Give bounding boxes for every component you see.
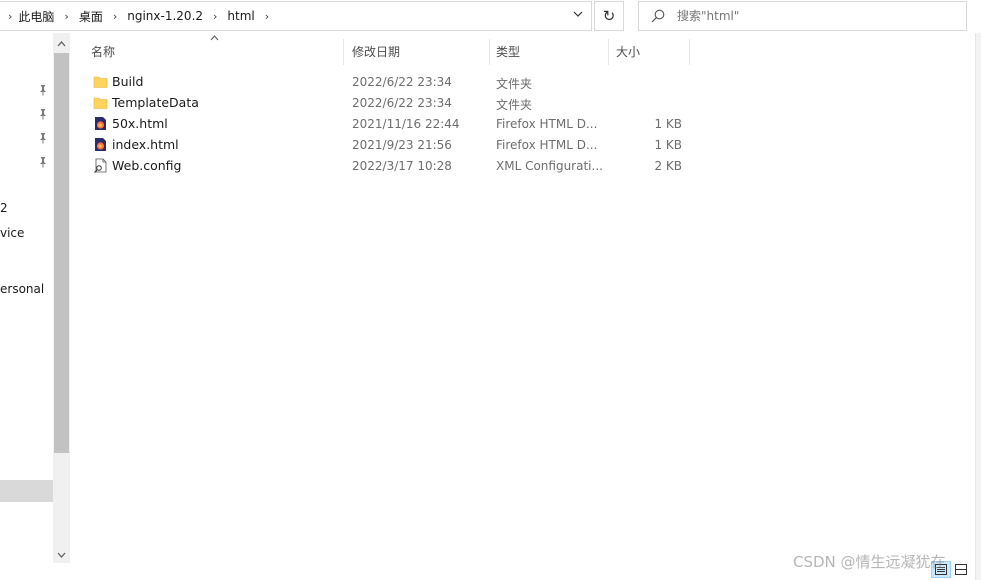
pin-icon[interactable] bbox=[37, 108, 49, 120]
nav-item-selected[interactable] bbox=[0, 480, 53, 502]
file-name[interactable]: TemplateData bbox=[112, 95, 199, 110]
column-header-size[interactable]: 大小 bbox=[610, 39, 690, 63]
column-divider[interactable] bbox=[343, 39, 344, 65]
file-type: 文件夹 bbox=[496, 77, 533, 91]
navigation-pane: 2 vice ersonal bbox=[0, 33, 70, 580]
breadcrumb-item-html[interactable]: html bbox=[227, 9, 254, 23]
file-modified: 2022/6/22 23:34 bbox=[352, 96, 452, 110]
file-modified: 2022/3/17 10:28 bbox=[352, 159, 452, 173]
file-row[interactable]: 50x.html 2021/11/16 22:44 Firefox HTML D… bbox=[88, 113, 688, 134]
breadcrumb-item-this-pc[interactable]: 此电脑 bbox=[18, 8, 54, 25]
file-modified: 2021/9/23 21:56 bbox=[352, 138, 452, 152]
nav-scrollbar[interactable] bbox=[53, 33, 70, 563]
pin-icon[interactable] bbox=[37, 156, 49, 168]
scrollbar-thumb[interactable] bbox=[54, 53, 69, 453]
folder-icon bbox=[93, 97, 108, 109]
column-header-modified[interactable]: 修改日期 bbox=[346, 39, 490, 63]
chevron-right-icon[interactable]: › bbox=[103, 10, 127, 23]
file-modified: 2022/6/22 23:34 bbox=[352, 75, 452, 89]
file-size: 1 KB bbox=[654, 117, 682, 131]
file-type: XML Configurati... bbox=[496, 159, 603, 173]
file-size: 2 KB bbox=[654, 159, 682, 173]
column-header-type[interactable]: 类型 bbox=[490, 39, 608, 63]
file-name[interactable]: index.html bbox=[112, 137, 179, 152]
file-name[interactable]: Build bbox=[112, 74, 143, 89]
refresh-button[interactable]: ↻ bbox=[594, 1, 624, 31]
column-divider[interactable] bbox=[689, 39, 690, 65]
search-input[interactable] bbox=[677, 9, 947, 23]
scroll-down-icon[interactable] bbox=[53, 547, 70, 563]
file-modified: 2021/11/16 22:44 bbox=[352, 117, 460, 131]
firefox-html-icon bbox=[95, 138, 106, 151]
chevron-right-icon[interactable]: › bbox=[54, 10, 78, 23]
column-divider[interactable] bbox=[608, 39, 609, 65]
file-size: 1 KB bbox=[654, 138, 682, 152]
file-type: 文件夹 bbox=[496, 98, 533, 112]
file-name[interactable]: Web.config bbox=[112, 158, 181, 173]
breadcrumb-root-chevron-icon[interactable]: › bbox=[0, 10, 18, 23]
breadcrumb-item-desktop[interactable]: 桌面 bbox=[79, 8, 103, 25]
chevron-down-icon[interactable] bbox=[573, 9, 583, 20]
file-row[interactable]: TemplateData 2022/6/22 23:34 文件夹 bbox=[88, 92, 688, 113]
pin-icon[interactable] bbox=[37, 84, 49, 96]
address-bar[interactable]: › 此电脑 › 桌面 › nginx-1.20.2 › html › bbox=[0, 1, 592, 31]
tiles-view-icon bbox=[955, 564, 967, 575]
folder-icon bbox=[93, 76, 108, 88]
search-icon bbox=[651, 9, 665, 23]
breadcrumb-item-nginx[interactable]: nginx-1.20.2 bbox=[127, 9, 203, 23]
refresh-icon: ↻ bbox=[602, 7, 616, 25]
scroll-up-icon[interactable] bbox=[53, 36, 70, 52]
file-row[interactable]: Web.config 2022/3/17 10:28 XML Configura… bbox=[88, 155, 688, 176]
file-type: Firefox HTML D... bbox=[496, 117, 598, 131]
firefox-html-icon bbox=[95, 117, 106, 130]
chevron-right-icon[interactable]: › bbox=[203, 10, 227, 23]
file-type: Firefox HTML D... bbox=[496, 138, 598, 152]
chevron-right-icon[interactable]: › bbox=[255, 10, 279, 23]
address-toolbar: › 此电脑 › 桌面 › nginx-1.20.2 › html › ↻ bbox=[0, 0, 981, 33]
column-header-name[interactable]: 名称 bbox=[85, 39, 343, 63]
pin-icon[interactable] bbox=[37, 132, 49, 144]
nav-item-label[interactable]: vice bbox=[0, 226, 24, 240]
window-right-border bbox=[975, 33, 981, 580]
file-name[interactable]: 50x.html bbox=[112, 116, 168, 131]
watermark-text: CSDN @情生远凝犹在 bbox=[793, 553, 946, 571]
file-list: 名称 修改日期 类型 大小 Build 2022/6/22 23:34 文件夹 … bbox=[70, 33, 981, 580]
config-file-icon bbox=[94, 158, 107, 173]
nav-item-label[interactable]: 2 bbox=[0, 201, 8, 215]
large-icons-view-button[interactable] bbox=[951, 561, 971, 578]
nav-item-label[interactable]: ersonal bbox=[0, 282, 44, 296]
file-row[interactable]: Build 2022/6/22 23:34 文件夹 bbox=[88, 71, 688, 92]
file-row[interactable]: index.html 2021/9/23 21:56 Firefox HTML … bbox=[88, 134, 688, 155]
search-box[interactable] bbox=[638, 1, 967, 31]
